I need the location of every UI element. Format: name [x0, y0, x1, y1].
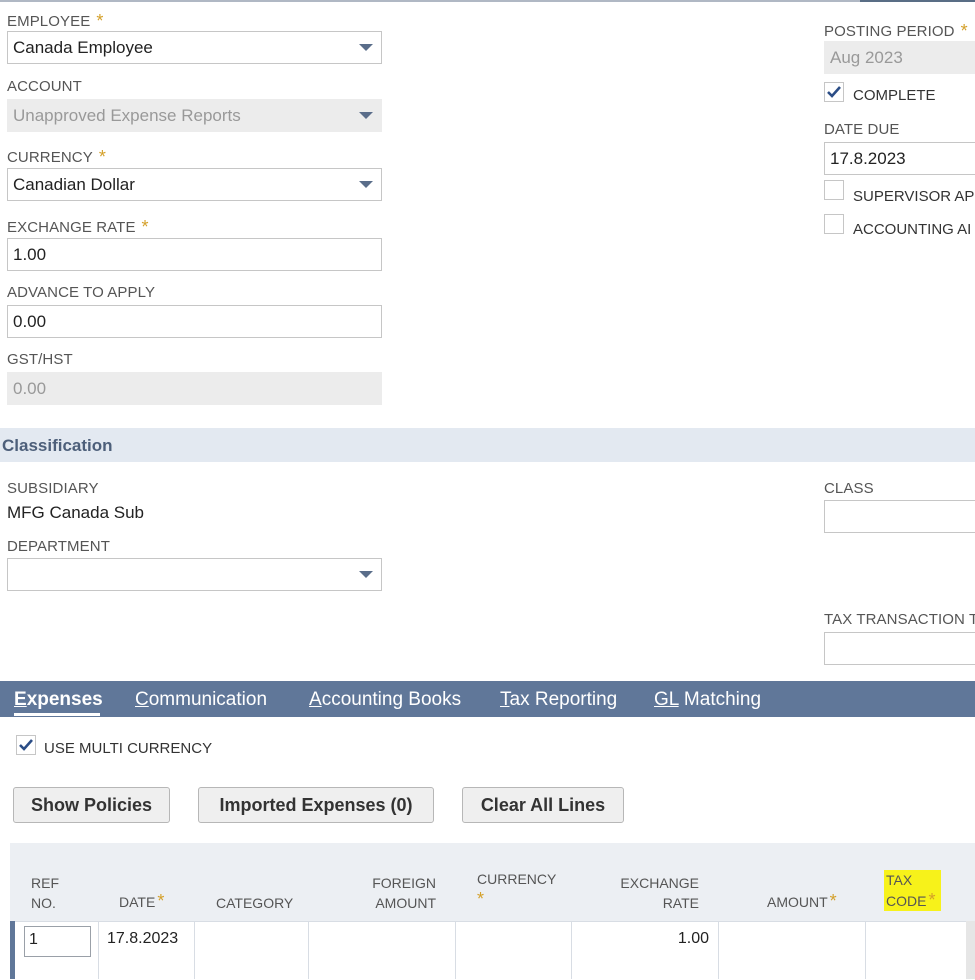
tab-tax-reporting[interactable]: Tax Reporting	[500, 689, 617, 711]
employee-label: EMPLOYEE *	[7, 11, 104, 31]
col-currency[interactable]: CURRENCY *	[477, 869, 556, 910]
tax-transaction-select[interactable]	[824, 632, 975, 665]
advance-label: ADVANCE TO APPLY	[7, 284, 156, 301]
column-divider	[98, 921, 99, 979]
account-label: ACCOUNT	[7, 78, 82, 95]
row-selected-marker	[10, 921, 15, 979]
currency-label: CURRENCY *	[7, 147, 106, 167]
col-exchange-rate[interactable]: EXCHANGE RATE	[610, 873, 699, 913]
row-date[interactable]: 17.8.2023	[107, 930, 178, 948]
check-icon	[827, 86, 841, 98]
column-divider	[455, 921, 456, 979]
column-divider	[194, 921, 195, 979]
accounting-approval-label: ACCOUNTING AI	[853, 221, 972, 238]
classification-section-bar[interactable]: Classification	[0, 428, 975, 462]
check-icon	[19, 739, 33, 751]
complete-checkbox[interactable]	[824, 82, 844, 102]
chevron-down-icon[interactable]	[359, 181, 373, 188]
exchange-rate-label: EXCHANGE RATE *	[7, 217, 149, 237]
tab-expenses[interactable]: Expenses	[14, 689, 103, 711]
gst-field: 0.00	[7, 372, 382, 405]
col-ref-no[interactable]: REF NO.	[31, 873, 59, 913]
date-due-input[interactable]: 17.8.2023	[824, 142, 975, 175]
posting-period-label: POSTING PERIOD *	[824, 21, 968, 41]
column-divider	[865, 921, 866, 979]
show-policies-button[interactable]: Show Policies	[13, 787, 170, 823]
imported-expenses-button[interactable]: Imported Expenses (0)	[198, 787, 434, 823]
currency-select[interactable]: Canadian Dollar	[7, 168, 382, 201]
employee-select[interactable]: Canada Employee	[7, 31, 382, 64]
class-select[interactable]	[824, 500, 975, 533]
col-tax-code[interactable]: TAX CODE *	[884, 870, 942, 911]
ref-no-input[interactable]: 1	[24, 926, 91, 957]
chevron-down-icon	[359, 112, 373, 119]
row-exchange-rate[interactable]: 1.00	[610, 930, 709, 948]
column-divider	[571, 921, 572, 979]
exchange-rate-input[interactable]: 1.00	[7, 238, 382, 271]
col-foreign-amount[interactable]: FOREIGN AMOUNT	[362, 873, 436, 913]
posting-period-field: Aug 2023	[824, 41, 975, 74]
multi-currency-label: USE MULTI CURRENCY	[44, 740, 213, 757]
supervisor-approval-label: SUPERVISOR API	[853, 188, 975, 205]
department-select[interactable]	[7, 558, 382, 591]
accounting-approval-checkbox[interactable]	[824, 214, 844, 234]
tab-communication[interactable]: Communication	[135, 689, 267, 711]
complete-label: COMPLETE	[853, 87, 936, 104]
date-due-label: DATE DUE	[824, 121, 900, 138]
col-date[interactable]: DATE *	[119, 891, 164, 912]
subsidiary-value: MFG Canada Sub	[7, 503, 145, 522]
chevron-down-icon[interactable]	[359, 44, 373, 51]
clear-all-lines-button[interactable]: Clear All Lines	[462, 787, 624, 823]
chevron-down-icon[interactable]	[359, 571, 373, 578]
subtab-bar: Expenses Communication Accounting Books …	[0, 681, 975, 717]
class-label: CLASS	[824, 480, 874, 497]
advance-input[interactable]: 0.00	[7, 305, 382, 338]
multi-currency-checkbox[interactable]	[16, 735, 36, 755]
department-label: DEPARTMENT	[7, 538, 110, 555]
grid-scrollbar[interactable]	[966, 921, 975, 979]
column-divider	[308, 921, 309, 979]
col-category[interactable]: CATEGORY	[216, 893, 293, 913]
account-select: Unapproved Expense Reports	[7, 99, 382, 132]
subsidiary-label: SUBSIDIARY	[7, 480, 99, 497]
column-divider	[718, 921, 719, 979]
col-amount[interactable]: AMOUNT *	[767, 891, 837, 912]
tax-transaction-label: TAX TRANSACTION T	[824, 611, 975, 628]
classification-title[interactable]: Classification	[2, 436, 113, 456]
tab-gl-matching[interactable]: GL Matching	[654, 689, 761, 711]
active-tab-indicator	[14, 713, 100, 716]
tab-accounting-books[interactable]: Accounting Books	[309, 689, 461, 711]
gst-label: GST/HST	[7, 351, 73, 368]
supervisor-approval-checkbox[interactable]	[824, 180, 844, 200]
